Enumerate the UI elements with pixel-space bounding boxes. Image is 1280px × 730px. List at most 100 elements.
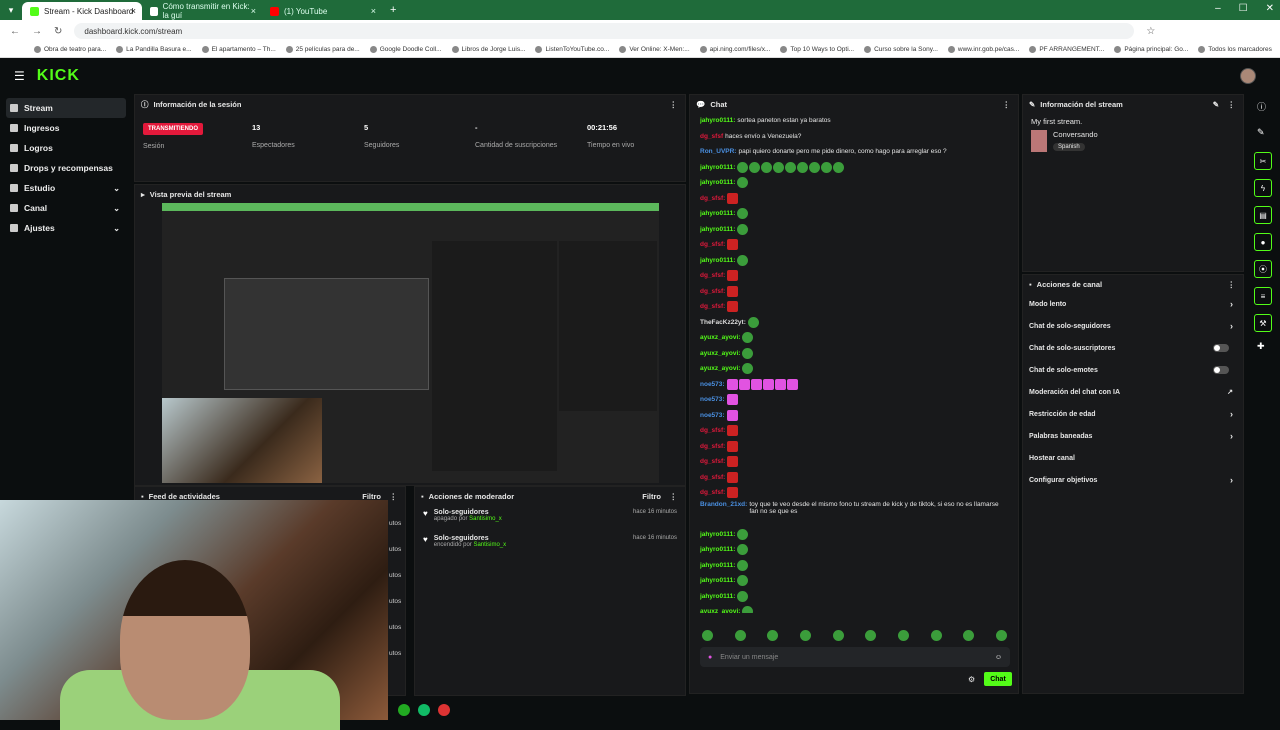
plus-icon[interactable]: ✚ xyxy=(1257,341,1270,352)
chat-username[interactable]: jahyro0111: xyxy=(700,164,735,171)
chat-username[interactable]: TheFacKz22yt: xyxy=(700,319,746,326)
channel-action-1[interactable]: Chat de solo-seguidores › xyxy=(1023,315,1243,337)
browser-tab-youtube[interactable]: (1) YouTube × xyxy=(262,2,382,20)
chat-username[interactable]: dg_sfsf: xyxy=(700,458,725,465)
emote-icon[interactable] xyxy=(865,630,877,641)
more-icon[interactable]: ⋮ xyxy=(1228,280,1236,289)
sidebar-item-ingresos[interactable]: Ingresos xyxy=(0,118,132,138)
filter-button[interactable]: Filtro xyxy=(642,492,661,501)
bookmark-item[interactable]: La Pandilla Basura e... xyxy=(116,46,191,53)
bookmark-item[interactable]: Curso sobre la Sony... xyxy=(864,46,938,53)
channel-action-4[interactable]: Moderación del chat con IA ↗ xyxy=(1023,381,1243,403)
maximize-icon[interactable]: ☐ xyxy=(1239,3,1248,14)
sidebar-item-estudio[interactable]: Estudio ⌄ xyxy=(0,178,132,198)
close-window-icon[interactable]: ✕ xyxy=(1266,3,1274,14)
sidebar-item-drops[interactable]: Drops y recompensas xyxy=(0,158,132,178)
gear-icon[interactable]: ⚙ xyxy=(968,675,975,684)
tool-icon[interactable]: ⚒ xyxy=(1254,314,1272,332)
bookmark-item[interactable]: api.ning.com/files/x... xyxy=(700,46,771,53)
emote-icon[interactable] xyxy=(963,630,975,641)
new-tab-icon[interactable]: + xyxy=(382,4,404,16)
chat-username[interactable]: jahyro0111: xyxy=(700,531,735,538)
close-icon[interactable]: × xyxy=(251,6,256,16)
chat-username[interactable]: dg_sfsf: xyxy=(700,195,725,202)
chat-username[interactable]: jahyro0111: xyxy=(700,117,735,124)
chat-username[interactable]: Ron_UVPR: xyxy=(700,148,736,155)
emote-icon[interactable] xyxy=(767,630,779,641)
bookmark-item[interactable]: Libros de Jorge Luis... xyxy=(452,46,526,53)
bookmark-item[interactable]: PF ARRANGEMENT... xyxy=(1029,46,1104,53)
bookmark-item[interactable]: Ver Online: X-Men:... xyxy=(619,46,689,53)
emote-icon[interactable] xyxy=(832,630,844,641)
bookmark-item[interactable]: www.inr.gob.pe/cas... xyxy=(948,46,1019,53)
chat-username[interactable]: noe573: xyxy=(700,381,725,388)
chat-username[interactable]: noe573: xyxy=(700,412,725,419)
channel-action-0[interactable]: Modo lento › xyxy=(1023,293,1243,315)
more-icon[interactable]: ⋮ xyxy=(670,100,678,109)
broadcast-icon[interactable]: ⦿ xyxy=(1254,260,1272,278)
kick-logo[interactable]: KICK xyxy=(37,67,80,85)
edit-icon[interactable]: ✎ xyxy=(1213,100,1219,109)
mic-icon[interactable]: ● xyxy=(708,654,712,661)
more-icon[interactable]: ⋮ xyxy=(670,492,678,501)
channel-action-6[interactable]: Palabras baneadas › xyxy=(1023,425,1243,447)
chat-username[interactable]: ayuxz_ayovi: xyxy=(700,334,740,341)
reload-icon[interactable]: ↻ xyxy=(54,26,62,37)
chat-username[interactable]: dg_sfsf: xyxy=(700,489,725,496)
bookmark-item[interactable]: Página principal: Go... xyxy=(1114,46,1188,53)
chat-username[interactable]: dg_sfsf: xyxy=(700,443,725,450)
toggle-switch[interactable] xyxy=(1213,366,1229,374)
spotify-icon[interactable] xyxy=(398,704,410,716)
chat-username[interactable]: dg_sfsf: xyxy=(700,427,725,434)
mod-user[interactable]: Santisimo_x xyxy=(473,542,506,548)
chat-username[interactable]: jahyro0111: xyxy=(700,226,735,233)
pencil-icon[interactable]: ✎ xyxy=(1257,127,1270,138)
emote-icon[interactable] xyxy=(734,630,746,641)
channel-action-7[interactable]: Hostear canal xyxy=(1023,447,1243,469)
chat-bubble-icon[interactable]: ● xyxy=(1254,233,1272,251)
emote-icon[interactable] xyxy=(799,630,811,641)
chat-username[interactable]: ayuxz_ayovi: xyxy=(700,350,740,357)
chat-username[interactable]: ayuxz_ayovi: xyxy=(700,365,740,372)
bookmark-item[interactable]: 25 películas para de... xyxy=(286,46,360,53)
more-icon[interactable]: ⋮ xyxy=(1228,100,1236,109)
stream-preview-video[interactable] xyxy=(162,203,659,483)
category-thumbnail[interactable] xyxy=(1031,130,1047,152)
browser-tab-kick[interactable]: Stream - Kick Dashboard × xyxy=(22,2,142,20)
chat-username[interactable]: jahyro0111: xyxy=(700,577,735,584)
url-field[interactable]: dashboard.kick.com/stream xyxy=(74,23,1135,39)
chat-username[interactable]: dg_sfsf: xyxy=(700,474,725,481)
more-icon[interactable]: ⋮ xyxy=(1003,100,1011,109)
close-icon[interactable]: × xyxy=(131,6,136,16)
chat-username[interactable]: jahyro0111: xyxy=(700,210,735,217)
bookmark-item[interactable]: Todos los marcadores xyxy=(1198,46,1272,53)
channel-action-5[interactable]: Restricción de edad › xyxy=(1023,403,1243,425)
browser-tab-guide[interactable]: Cómo transmitir en Kick: la guí × xyxy=(142,2,262,20)
chat-username[interactable]: noe573: xyxy=(700,396,725,403)
chat-message-list[interactable]: jahyro0111: sortea paneton estan ya barat… xyxy=(690,113,1018,613)
channel-action-8[interactable]: Configurar objetivos › xyxy=(1023,469,1243,491)
chat-username[interactable]: dg_sfsf: xyxy=(700,303,725,310)
emote-icon[interactable] xyxy=(930,630,942,641)
bolt-icon[interactable]: ϟ xyxy=(1254,179,1272,197)
minimize-icon[interactable]: – xyxy=(1215,3,1221,14)
chat-username[interactable]: dg_sfsf: xyxy=(700,241,725,248)
chat-username[interactable]: ayuxz_ayovi: xyxy=(700,608,740,613)
chat-username[interactable]: jahyro0111: xyxy=(700,546,735,553)
chat-username[interactable]: jahyro0111: xyxy=(700,179,735,186)
forward-icon[interactable]: → xyxy=(32,26,42,37)
sidebar-item-ajustes[interactable]: Ajustes ⌄ xyxy=(0,218,132,238)
info-icon[interactable]: ⓘ xyxy=(1257,100,1270,113)
steam-icon[interactable] xyxy=(418,704,430,716)
close-icon[interactable]: × xyxy=(371,6,376,16)
chat-username[interactable]: jahyro0111: xyxy=(700,562,735,569)
note-icon[interactable]: ▤ xyxy=(1254,206,1272,224)
star-icon[interactable]: ☆ xyxy=(1146,26,1155,37)
chat-username[interactable]: jahyro0111: xyxy=(700,593,735,600)
sidebar-item-stream[interactable]: Stream xyxy=(6,98,126,118)
send-chat-button[interactable]: Chat xyxy=(984,672,1012,686)
bookmark-item[interactable]: Obra de teatro para... xyxy=(34,46,106,53)
avatar[interactable] xyxy=(1240,68,1256,84)
channel-action-2[interactable]: Chat de solo-suscriptores xyxy=(1023,337,1243,359)
chat-input[interactable]: ● Enviar un mensaje ☺ xyxy=(700,647,1010,667)
